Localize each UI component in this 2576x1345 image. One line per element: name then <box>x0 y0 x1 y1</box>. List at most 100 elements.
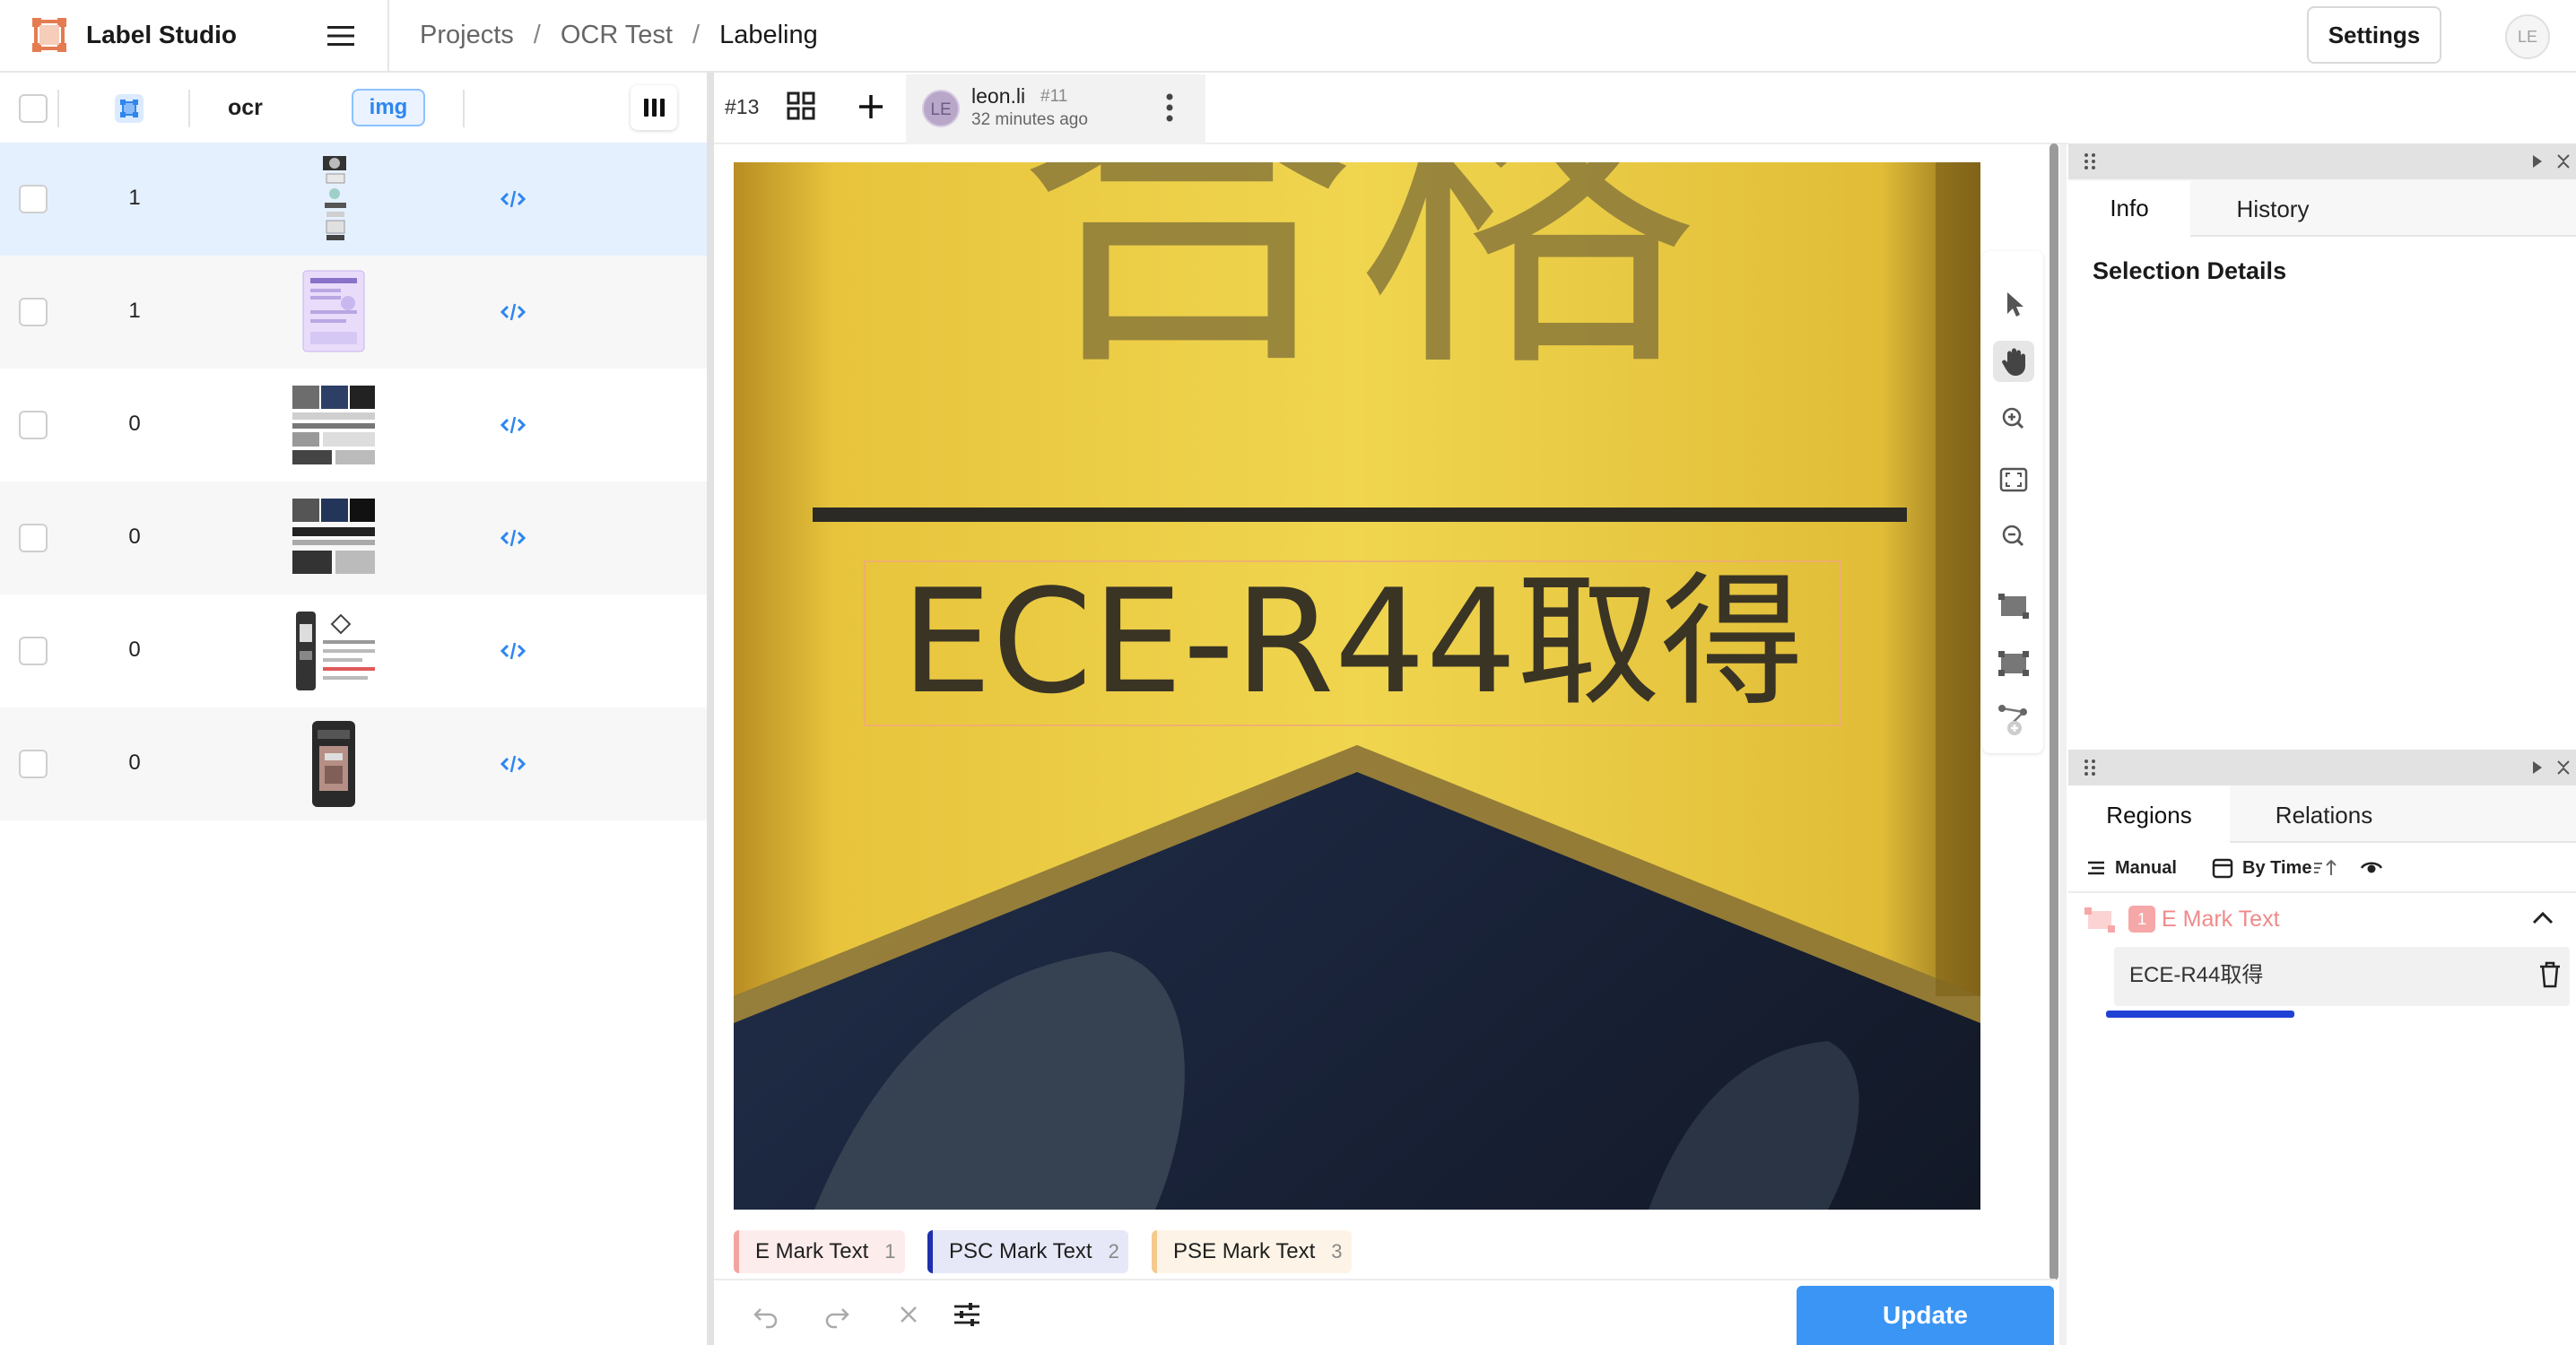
row-annotation-count: 0 <box>128 751 141 775</box>
row-checkbox[interactable] <box>19 750 48 778</box>
table-row[interactable]: 0 <box>0 482 709 594</box>
code-icon[interactable] <box>500 751 527 777</box>
row-checkbox[interactable] <box>19 185 48 213</box>
row-checkbox[interactable] <box>19 298 48 326</box>
row-checkbox[interactable] <box>19 411 48 439</box>
grid-view-icon[interactable] <box>786 91 816 121</box>
order-by-button[interactable]: By Time <box>2210 852 2338 884</box>
row-checkbox[interactable] <box>19 524 48 552</box>
row-thumbnail <box>302 270 365 352</box>
annotation-id: #11 <box>1040 87 1068 106</box>
code-icon[interactable] <box>500 299 527 325</box>
order-by-label: By Time <box>2242 857 2312 878</box>
zoom-fit-icon <box>1999 467 2028 492</box>
breadcrumb-projects[interactable]: Projects <box>420 18 514 52</box>
row-annotation-count: 0 <box>128 525 141 549</box>
regions-panel-header[interactable] <box>2068 750 2576 785</box>
code-icon[interactable] <box>500 638 527 664</box>
trash-icon[interactable] <box>2537 959 2563 990</box>
info-panel-header[interactable] <box>2068 143 2576 179</box>
more-options-icon[interactable] <box>1157 91 1182 125</box>
row-thumbnail <box>296 612 375 690</box>
label-studio-logo[interactable] <box>30 16 68 54</box>
column-annotations-icon[interactable] <box>115 94 144 123</box>
tab-history[interactable]: History <box>2190 181 2355 237</box>
hamburger-menu-icon[interactable] <box>325 20 357 52</box>
rectangle-alt-icon <box>1998 651 2029 676</box>
code-icon[interactable] <box>500 525 527 551</box>
cursor-icon <box>2007 292 2023 317</box>
add-annotation-icon[interactable] <box>855 91 887 123</box>
region-label: E Mark Text <box>2162 907 2280 932</box>
breadcrumb: Projects / OCR Test / Labeling <box>420 18 818 52</box>
settings-button[interactable]: Settings <box>2307 6 2441 64</box>
zoom-out-tool[interactable] <box>1993 516 2034 558</box>
rectangle-3-point-tool[interactable] <box>1993 642 2034 683</box>
image-canvas[interactable]: 合格 ECE-R44取得 <box>734 162 1980 1210</box>
visibility-icon[interactable] <box>2359 855 2384 881</box>
code-icon[interactable] <box>500 187 527 212</box>
top-header <box>0 0 2576 73</box>
user-avatar[interactable]: LE <box>2505 14 2550 59</box>
group-by-label: Manual <box>2115 857 2177 878</box>
selection-details-title: Selection Details <box>2093 257 2287 284</box>
table-row[interactable]: 1 <box>0 256 709 369</box>
tab-regions[interactable]: Regions <box>2068 785 2230 843</box>
table-row[interactable]: 0 <box>0 707 709 820</box>
right-panel-divider[interactable] <box>2059 144 2067 1345</box>
calendar-icon <box>2212 858 2233 879</box>
header-divider <box>387 0 389 73</box>
columns-icon <box>644 99 665 117</box>
row-thumbnail <box>323 156 346 240</box>
row-checkbox[interactable] <box>19 637 48 665</box>
polygon-tool[interactable] <box>1993 699 2034 741</box>
breadcrumb-project[interactable]: OCR Test <box>561 18 673 52</box>
table-row[interactable]: 0 <box>0 369 709 482</box>
settings-sliders-icon[interactable] <box>951 1298 983 1331</box>
canvas-scrollbar[interactable] <box>2049 143 2058 1280</box>
label-hotkey: 2 <box>1108 1240 1119 1263</box>
zoom-in-tool[interactable] <box>1993 399 2034 440</box>
label-psc-mark-text[interactable]: PSC Mark Text 2 <box>927 1230 1128 1273</box>
canvas-image: 合格 ECE-R44取得 <box>734 162 1980 1210</box>
undo-icon[interactable] <box>750 1298 782 1331</box>
column-header-img[interactable]: img <box>352 89 425 126</box>
panel-collapse-icon[interactable] <box>2528 152 2572 171</box>
columns-config-button[interactable] <box>631 85 677 130</box>
column-divider <box>188 90 190 127</box>
update-button[interactable]: Update <box>1797 1286 2054 1345</box>
pan-tool[interactable] <box>1993 341 2034 382</box>
image-text-top: 合格 <box>1016 162 1698 413</box>
table-row[interactable]: 1 <box>0 143 709 256</box>
tab-relations[interactable]: Relations <box>2230 785 2418 843</box>
task-id: #13 <box>725 95 760 118</box>
select-all-checkbox[interactable] <box>19 94 48 123</box>
panel-collapse-icon[interactable] <box>2528 758 2572 777</box>
breadcrumb-current: Labeling <box>719 21 818 49</box>
label-name: PSE Mark Text <box>1173 1239 1316 1263</box>
drag-handle-icon[interactable] <box>2083 152 2097 171</box>
hand-icon <box>2002 348 2025 376</box>
redo-icon[interactable] <box>821 1298 853 1331</box>
sort-icon <box>2314 859 2337 875</box>
label-name: PSC Mark Text <box>949 1239 1092 1263</box>
row-thumbnail <box>312 721 355 807</box>
code-icon[interactable] <box>500 412 527 438</box>
clear-icon[interactable] <box>892 1298 925 1331</box>
column-divider <box>463 90 465 127</box>
select-tool[interactable] <box>1993 283 2034 325</box>
rectangle-tool[interactable] <box>1993 585 2034 626</box>
region-index-badge: 1 <box>2128 906 2155 933</box>
label-e-mark-text[interactable]: E Mark Text 1 <box>734 1230 905 1273</box>
chevron-up-icon[interactable] <box>2529 907 2556 929</box>
group-by-button[interactable]: Manual <box>2084 852 2177 884</box>
fit-tool[interactable] <box>1993 459 2034 500</box>
column-header-ocr[interactable]: ocr <box>228 92 263 123</box>
label-pse-mark-text[interactable]: PSE Mark Text 3 <box>1152 1230 1352 1273</box>
annotation-time: 32 minutes ago <box>971 110 1088 129</box>
label-hotkey: 1 <box>884 1240 896 1263</box>
panel-resize-handle[interactable] <box>707 73 714 1345</box>
tab-info[interactable]: Info <box>2068 181 2190 239</box>
drag-handle-icon[interactable] <box>2083 758 2097 777</box>
table-row[interactable]: 0 <box>0 594 709 707</box>
